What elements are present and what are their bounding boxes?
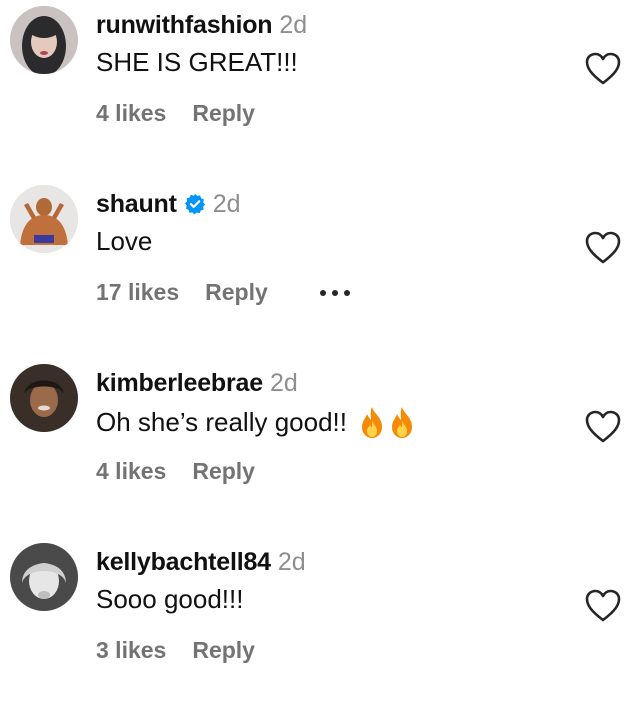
reply-button[interactable]: Reply (192, 458, 255, 485)
comment-text: Oh she’s really good!! (96, 405, 415, 439)
comment-text-body: Love (96, 226, 153, 256)
heart-outline-icon[interactable] (585, 231, 621, 265)
timestamp: 2d (277, 547, 306, 576)
comment-text-body: Oh she’s really good!! (96, 406, 347, 437)
username[interactable]: runwithfashion (96, 11, 273, 40)
comment-item: runwithfashion 2d SHE IS GREAT!!! 4 like… (0, 0, 634, 179)
reply-button[interactable]: Reply (192, 100, 255, 127)
avatar[interactable] (10, 6, 78, 74)
avatar[interactable] (10, 185, 78, 253)
comment-header: kimberleebrae 2d (96, 366, 298, 400)
comment-header: kellybachtell84 2d (96, 545, 306, 579)
username[interactable]: kimberleebrae (96, 369, 263, 398)
comment-actions: 3 likes Reply (96, 637, 255, 664)
comment-text: Love (96, 226, 152, 257)
avatar[interactable] (10, 364, 78, 432)
comment-actions: 17 likes Reply (96, 279, 352, 306)
comment-text: Sooo good!!! (96, 584, 243, 615)
fire-emoji (392, 407, 412, 438)
likes-count[interactable]: 4 likes (96, 100, 166, 127)
timestamp: 2d (212, 189, 241, 218)
heart-outline-icon[interactable] (585, 589, 621, 623)
avatar[interactable] (10, 543, 78, 611)
likes-count[interactable]: 17 likes (96, 279, 179, 306)
comment-item: kellybachtell84 2d Sooo good!!! 3 likes … (0, 537, 634, 716)
username[interactable]: shaunt (96, 190, 177, 219)
fire-emoji (362, 407, 382, 438)
heart-outline-icon[interactable] (585, 52, 621, 86)
comment-header: shaunt 2d (96, 187, 241, 221)
comment-actions: 4 likes Reply (96, 458, 255, 485)
comment-actions: 4 likes Reply (96, 100, 255, 127)
heart-outline-icon[interactable] (585, 410, 621, 444)
verified-badge-icon (184, 193, 205, 215)
likes-count[interactable]: 4 likes (96, 458, 166, 485)
reply-button[interactable]: Reply (192, 637, 255, 664)
comment-header: runwithfashion 2d (96, 8, 307, 42)
timestamp: 2d (279, 10, 308, 39)
likes-count[interactable]: 3 likes (96, 637, 166, 664)
more-options-icon[interactable] (318, 288, 352, 298)
reply-button[interactable]: Reply (205, 279, 268, 306)
comment-text: SHE IS GREAT!!! (96, 47, 298, 78)
comment-item: kimberleebrae 2d Oh she’s really good!! … (0, 358, 634, 537)
comment-item: shaunt 2d Love 17 likes Reply (0, 179, 634, 358)
timestamp: 2d (269, 368, 298, 397)
username[interactable]: kellybachtell84 (96, 548, 271, 577)
comment-text-body: Sooo good!!! (96, 584, 244, 614)
comment-text-body: SHE IS GREAT!!! (96, 47, 298, 77)
